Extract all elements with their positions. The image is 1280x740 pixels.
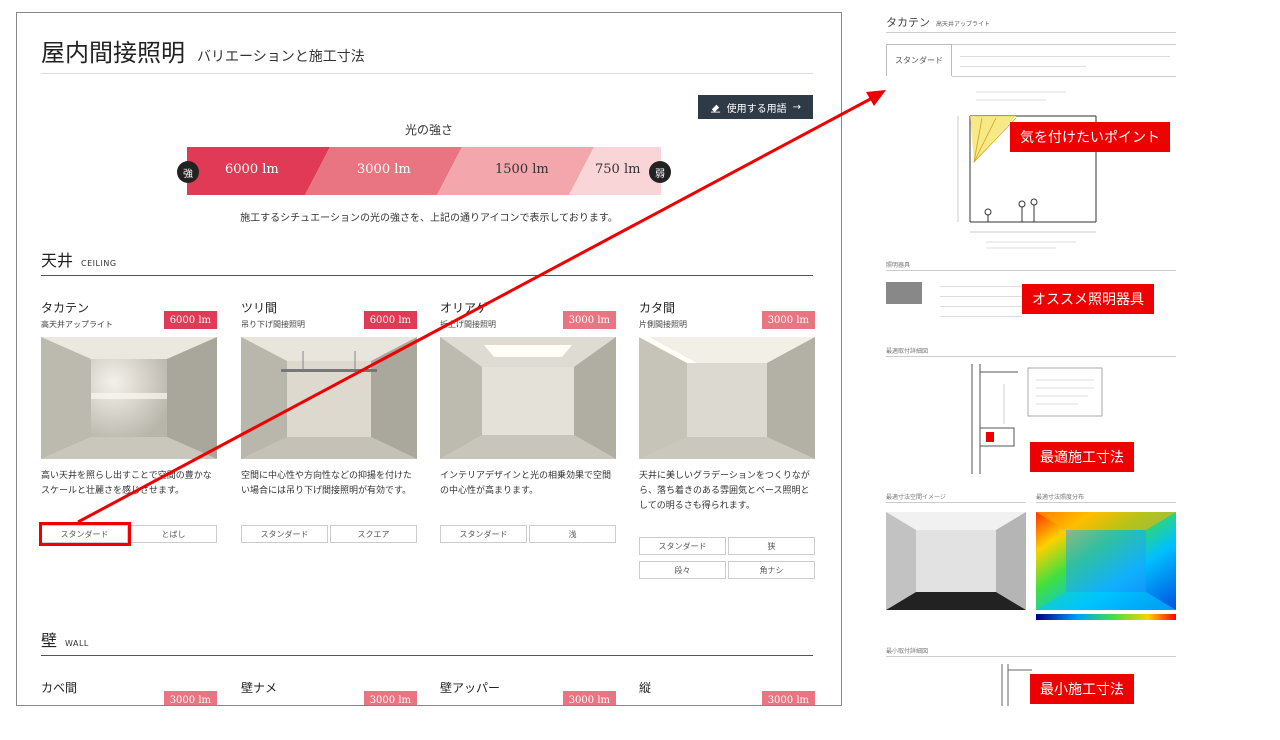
red-arrow	[77, 90, 886, 524]
page: 屋内間接照明 バリエーションと施工寸法 使用する用語 → 光の強さ 強 弱 60…	[0, 0, 1280, 740]
